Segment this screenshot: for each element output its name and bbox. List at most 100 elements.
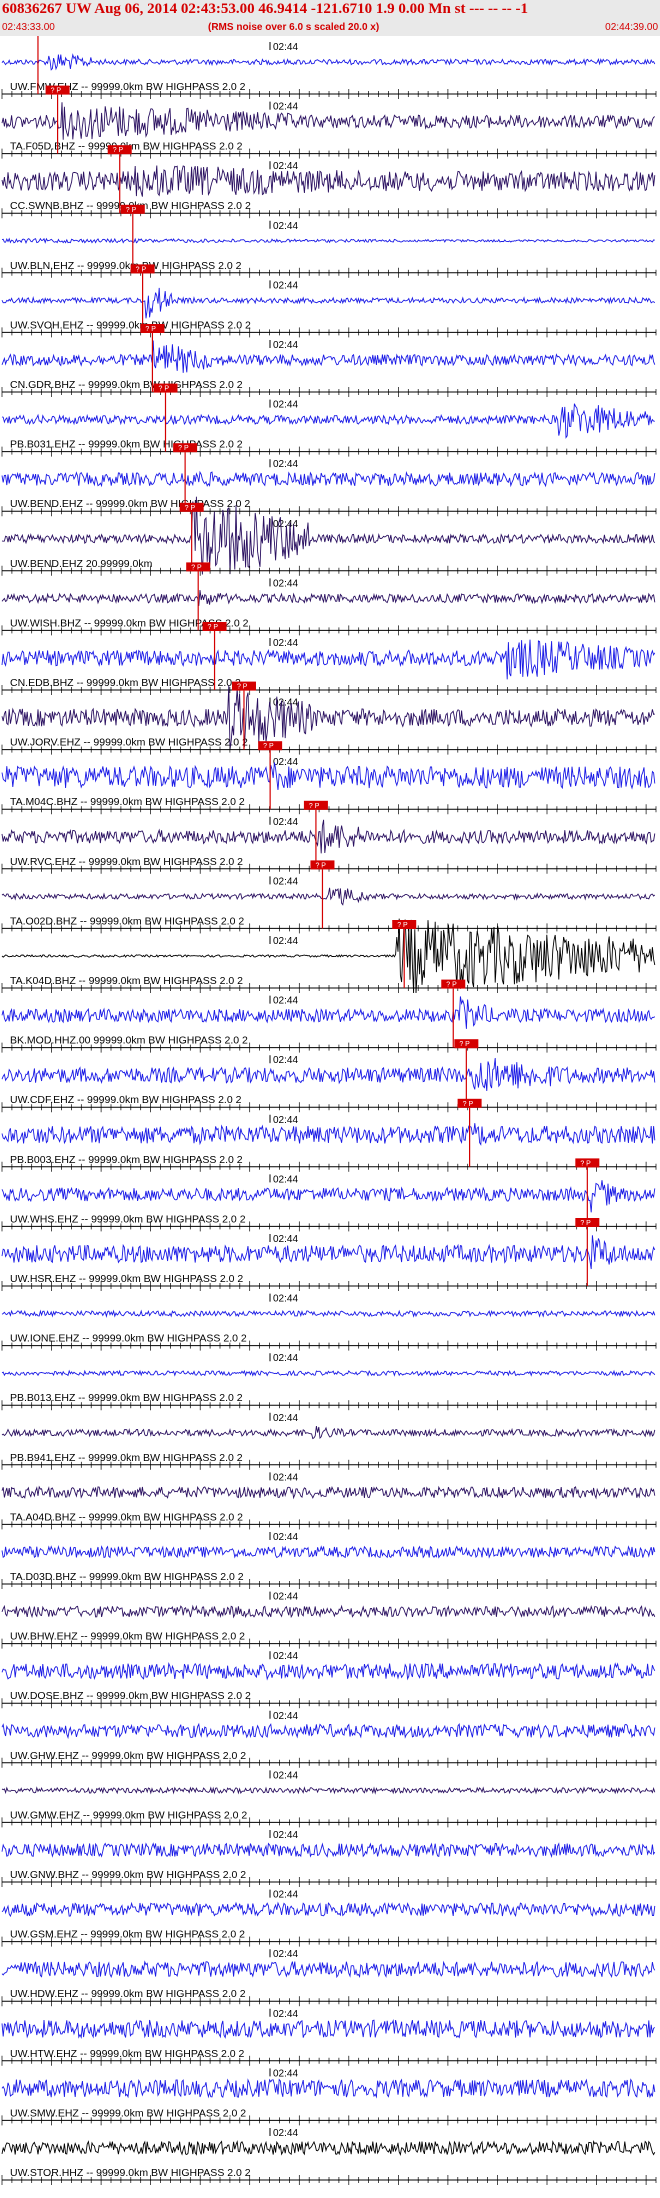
- pick-label: ? P: [113, 147, 124, 154]
- station-label: UW.GMW.EHZ -- 99999.0km BW HIGHPASS 2.0 …: [10, 1809, 247, 1821]
- scaling-note: (RMS noise over 6.0 s scaled 20.0 x): [208, 22, 380, 33]
- station-label: UW.GSM.EHZ -- 99999.0km BW HIGHPASS 2.0 …: [10, 1929, 245, 1941]
- minute-label: 02:44: [273, 1532, 298, 1543]
- pick-label: ? P: [136, 266, 147, 273]
- waveform-trace: [1, 1545, 656, 1559]
- minute-label: 02:44: [273, 1055, 298, 1066]
- station-label: TA.M04C.BHZ -- 99999.0km BW HIGHPASS 2.0…: [10, 796, 245, 808]
- pick-label: ? P: [185, 505, 196, 512]
- station-label: TA.K04D.BHZ -- 99999.0km BW HIGHPASS 2.0…: [10, 975, 243, 987]
- waveform-trace: [1, 1309, 656, 1318]
- waveform-trace: [1, 1842, 656, 1858]
- station-label: CN.EDB.BHZ -- 99999.0km BW HIGHPASS 2.0 …: [10, 677, 241, 689]
- seismogram-plot: 02:44 UW.FMW.EHZ -- 99999.0km BW HIGHPASS…: [1, 36, 657, 2185]
- waveform-trace: [1, 1960, 656, 1979]
- minute-label: 02:44: [273, 2068, 298, 2079]
- waveform-trace: [1, 762, 656, 790]
- waveform-trace: [1, 1485, 656, 1500]
- minute-label: 02:44: [273, 340, 298, 351]
- minute-label: 02:44: [273, 996, 298, 1007]
- pick-label: ? P: [397, 922, 408, 929]
- waveform-trace: [1, 102, 656, 140]
- minute-label: 02:44: [273, 876, 298, 887]
- waveform-trace: [1, 1786, 656, 1795]
- waveform-trace: [1, 2078, 656, 2099]
- start-time: 02:43:33.00: [2, 22, 55, 33]
- waveform-trace: [1, 287, 656, 319]
- minute-label: 02:44: [273, 1890, 298, 1901]
- station-label: TA.A04D.BHZ -- 99999.0km BW HIGHPASS 2.0…: [10, 1511, 243, 1523]
- station-label: CN.GDR.BHZ -- 99999.0km BW HIGHPASS 2.0 …: [10, 379, 243, 391]
- minute-label: 02:44: [273, 400, 298, 411]
- waveform-trace: [1, 1604, 656, 1619]
- station-label: PB.B013.EHZ -- 99999.0km BW HIGHPASS 2.0…: [10, 1392, 243, 1404]
- station-label: UW.BLN.EHZ -- 99999.0km BW HIGHPASS 2.0 …: [10, 260, 242, 272]
- minute-label: 02:44: [273, 817, 298, 828]
- pick-label: ? P: [126, 207, 137, 214]
- waveform-trace: [1, 237, 655, 244]
- minute-label: 02:44: [273, 221, 298, 232]
- station-label: TA.O02D.BHZ -- 99999.0km BW HIGHPASS 2.0…: [10, 915, 244, 927]
- waveform-trace: [1, 53, 656, 71]
- waveform-trace: [1, 2139, 656, 2156]
- station-label: UW.HTW.EHZ -- 99999.0km BW HIGHPASS 2.0 …: [10, 2048, 245, 2060]
- station-label: UW.DOSE.BHZ -- 99999.0km BW HIGHPASS 2.0…: [10, 1690, 251, 1702]
- minute-label: 02:44: [273, 578, 298, 589]
- minute-label: 02:44: [273, 1294, 298, 1305]
- pick-label: ? P: [208, 624, 219, 631]
- minute-label: 02:44: [273, 1711, 298, 1722]
- minute-label: 02:44: [273, 1472, 298, 1483]
- waveform-trace: [1, 1901, 656, 1918]
- station-label: PB.B003.EHZ -- 99999.0km BW HIGHPASS 2.0…: [10, 1154, 243, 1166]
- minute-label: 02:44: [273, 1949, 298, 1960]
- minute-label: 02:44: [273, 2128, 298, 2139]
- end-time: 02:44:39.00: [605, 22, 658, 33]
- waveform-trace: [1, 1722, 656, 1740]
- waveform-trace: [1, 1426, 656, 1440]
- minute-label: 02:44: [273, 936, 298, 947]
- station-label: UW.HDW.EHZ -- 99999.0km BW HIGHPASS 2.0 …: [10, 1988, 246, 2000]
- minute-label: 02:44: [273, 1770, 298, 1781]
- station-label: UW.JORV.EHZ -- 99999.0km BW HIGHPASS 2.0…: [10, 737, 248, 749]
- waveform-trace: [1, 165, 656, 197]
- pick-label: ? P: [159, 386, 170, 393]
- header-bar: 60836267 UW Aug 06, 2014 02:43:53.00 46.…: [0, 0, 660, 36]
- pick-label: ? P: [237, 684, 248, 691]
- waveform-trace: [1, 996, 656, 1029]
- waveform-trace: [1, 403, 655, 439]
- waveform-trace: [1, 1662, 656, 1681]
- event-title: 60836267 UW Aug 06, 2014 02:43:53.00 46.…: [2, 1, 528, 17]
- waveform-trace: [1, 340, 656, 373]
- waveform-trace: [1, 1235, 656, 1270]
- minute-label: 02:44: [273, 1115, 298, 1126]
- station-label: UW.BHW.EHZ -- 99999.0km BW HIGHPASS 2.0 …: [10, 1631, 245, 1643]
- minute-label: 02:44: [273, 1413, 298, 1424]
- minute-label: 02:44: [273, 459, 298, 470]
- station-label: UW.GNW.BHZ -- 99999.0km BW HIGHPASS 2.0 …: [10, 1869, 246, 1881]
- station-label: UW.STOR.HHZ -- 99999.0km BW HIGHPASS 2.0…: [10, 2167, 251, 2179]
- minute-label: 02:44: [273, 2009, 298, 2020]
- station-label: UW.RVC.EHZ -- 99999.0km BW HIGHPASS 2.0 …: [10, 856, 243, 868]
- minute-label: 02:44: [273, 161, 298, 172]
- pick-label: ? P: [463, 1101, 474, 1108]
- pick-label: ? P: [459, 1041, 470, 1048]
- pick-label: ? P: [580, 1220, 591, 1227]
- waveform-trace: [1, 819, 656, 854]
- minute-label: 02:44: [273, 1174, 298, 1185]
- station-label: TA.D03D.BHZ -- 99999.0km BW HIGHPASS 2.0…: [10, 1571, 244, 1583]
- minute-label: 02:44: [273, 1234, 298, 1245]
- waveform-trace: [1, 1123, 656, 1146]
- waveform-trace: [1, 639, 656, 680]
- minute-label: 02:44: [273, 42, 298, 53]
- pick-label: ? P: [51, 88, 62, 95]
- waveform-trace: [1, 2018, 656, 2039]
- station-label: UW.GHW.EHZ -- 99999.0km BW HIGHPASS 2.0 …: [10, 1750, 246, 1762]
- waveform-trace: [1, 1369, 656, 1377]
- station-label: UW.BEND.EHZ -- 99999.0km BW HIGHPASS 2.0…: [10, 498, 250, 510]
- pick-label: ? P: [191, 564, 202, 571]
- pick-label: ? P: [178, 445, 189, 452]
- minute-label: 02:44: [273, 519, 298, 530]
- minute-label: 02:44: [273, 1592, 298, 1603]
- pick-label: ? P: [580, 1160, 591, 1167]
- pick-label: ? P: [145, 326, 156, 333]
